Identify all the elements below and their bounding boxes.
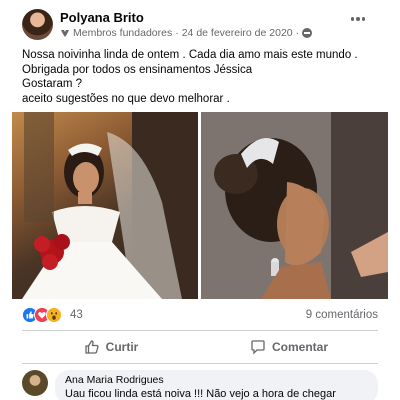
- comment-item: Ana Maria Rodrigues Uau ficou linda está…: [22, 370, 378, 400]
- post-text: Nossa noivinha linda de ontem . Cada dia…: [22, 48, 382, 106]
- comments-count-link[interactable]: 9 comentários: [306, 309, 378, 321]
- dot-icon: [350, 17, 355, 21]
- reaction-count[interactable]: 43: [70, 309, 83, 321]
- post-text-line: aceito sugestões no que devo melhorar .: [22, 92, 230, 105]
- founding-member-badge-icon: [61, 29, 69, 37]
- commenter-name[interactable]: Ana Maria Rodrigues: [65, 374, 368, 386]
- author-name[interactable]: Polyana Brito: [60, 10, 144, 25]
- photo1-illustration: [22, 112, 198, 299]
- reaction-icons[interactable]: [22, 307, 66, 323]
- commenter-avatar[interactable]: [22, 370, 48, 396]
- post-text-line: Obrigada por todos os ensinamentos Jéssi…: [22, 63, 253, 76]
- photo2-illustration: [201, 112, 388, 299]
- comment-button[interactable]: Comentar: [200, 332, 378, 362]
- group-role: Membros fundadores: [73, 27, 173, 39]
- post-text-line: Gostaram ?: [22, 78, 83, 90]
- post-date[interactable]: 24 de fevereiro de 2020: [182, 27, 293, 39]
- divider: [22, 363, 378, 364]
- bride-profile-photo[interactable]: [201, 112, 388, 299]
- dot-icon: [356, 17, 360, 21]
- post-text-line: Nossa noivinha linda de ontem . Cada dia…: [22, 49, 358, 61]
- comment-label: Comentar: [271, 340, 328, 354]
- post-meta: Membros fundadores · 24 de fevereiro de …: [60, 27, 313, 39]
- meta-separator: ·: [295, 27, 300, 39]
- like-button[interactable]: Curtir: [22, 332, 200, 362]
- author-avatar[interactable]: [22, 9, 53, 40]
- comment-bubble-icon: [251, 340, 265, 355]
- facebook-post: Polyana Brito Membros fundadores · 24 de…: [0, 0, 400, 400]
- divider: [22, 330, 378, 331]
- dot-icon: [361, 17, 366, 21]
- comment-text: Uau ficou linda está noiva !!! Não vejo …: [65, 388, 336, 400]
- post-actions: Curtir Comentar: [22, 332, 378, 362]
- comment-bubble: Ana Maria Rodrigues Uau ficou linda está…: [55, 370, 378, 400]
- like-label: Curtir: [105, 340, 139, 354]
- reactions-bar: 43 9 comentários: [22, 306, 378, 324]
- bride-full-length-photo[interactable]: [12, 112, 198, 299]
- wow-icon: [46, 307, 62, 323]
- more-options-button[interactable]: [348, 12, 368, 26]
- globe-icon: [302, 28, 313, 38]
- post-header: Polyana Brito Membros fundadores · 24 de…: [22, 8, 382, 44]
- thumbs-up-icon: [85, 340, 99, 354]
- post-photos: [12, 112, 388, 299]
- meta-separator: ·: [175, 27, 179, 39]
